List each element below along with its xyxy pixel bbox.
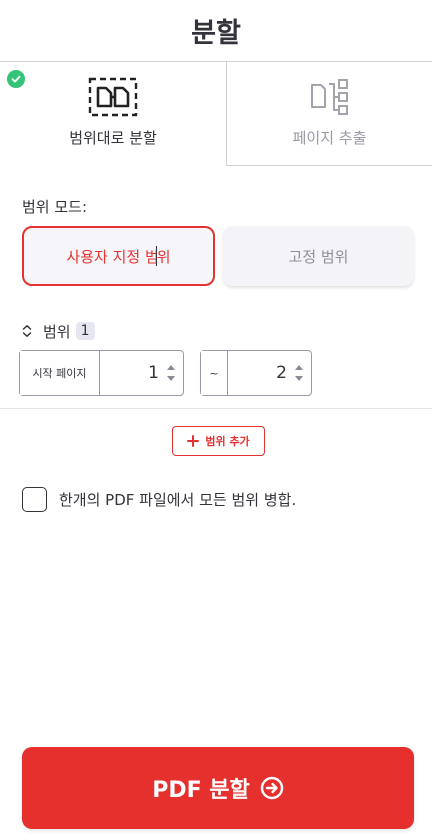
split-pdf-label: PDF 분할 <box>152 778 250 803</box>
fixed-range-label: 고정 범위 <box>288 247 349 266</box>
plus-icon <box>187 435 200 447</box>
range-header[interactable]: 범위 1 <box>20 319 95 343</box>
custom-range-label-start: 사용자 지정 범 <box>66 247 159 266</box>
increment-icon[interactable] <box>294 364 304 371</box>
custom-range-label-end: 위 <box>156 247 171 266</box>
start-page-input[interactable]: 1 <box>100 351 163 395</box>
tab-split-by-range-label: 범위대로 분할 <box>69 129 157 147</box>
merge-label: 한개의 PDF 파일에서 모든 범위 병합. <box>59 490 297 509</box>
section-divider <box>0 408 432 409</box>
split-tabs: 범위대로 분할 페이지 추출 <box>0 62 432 166</box>
range-number-badge: 1 <box>75 322 95 340</box>
decrement-icon[interactable] <box>166 375 176 382</box>
check-circle-icon <box>7 70 25 88</box>
collapse-toggle-icon[interactable] <box>20 324 34 338</box>
merge-checkbox[interactable] <box>22 486 47 512</box>
decrement-icon[interactable] <box>294 375 304 382</box>
header: 분할 <box>0 0 432 62</box>
start-page-field[interactable]: 시작 페이지 1 <box>19 350 184 396</box>
extract-pages-icon <box>310 79 348 115</box>
custom-range-button[interactable]: 사용자 지정 범위 <box>22 226 215 286</box>
end-page-input[interactable]: 2 <box>228 351 291 395</box>
end-page-prefix: ~ <box>201 351 228 395</box>
end-page-field[interactable]: ~ 2 <box>200 350 312 396</box>
merge-ranges-option[interactable]: 한개의 PDF 파일에서 모든 범위 병합. <box>22 486 296 512</box>
add-range-label: 범위 추가 <box>205 435 250 448</box>
start-page-stepper[interactable] <box>163 351 179 395</box>
page-title: 분할 <box>191 18 241 49</box>
tab-extract-pages[interactable]: 페이지 추출 <box>226 62 432 166</box>
start-page-prefix: 시작 페이지 <box>20 351 100 395</box>
arrow-circle-right-icon <box>260 776 283 800</box>
range-mode-label: 범위 모드: <box>22 198 88 216</box>
split-pdf-button[interactable]: PDF 분할 <box>22 747 414 829</box>
end-page-stepper[interactable] <box>291 351 307 395</box>
add-range-button[interactable]: 범위 추가 <box>172 426 265 456</box>
range-label: 범위 <box>43 322 71 341</box>
increment-icon[interactable] <box>166 364 176 371</box>
tab-split-by-range[interactable]: 범위대로 분할 <box>0 62 226 166</box>
split-range-icon <box>88 77 138 117</box>
tab-extract-pages-label: 페이지 추출 <box>292 129 367 147</box>
fixed-range-button[interactable]: 고정 범위 <box>223 226 414 286</box>
